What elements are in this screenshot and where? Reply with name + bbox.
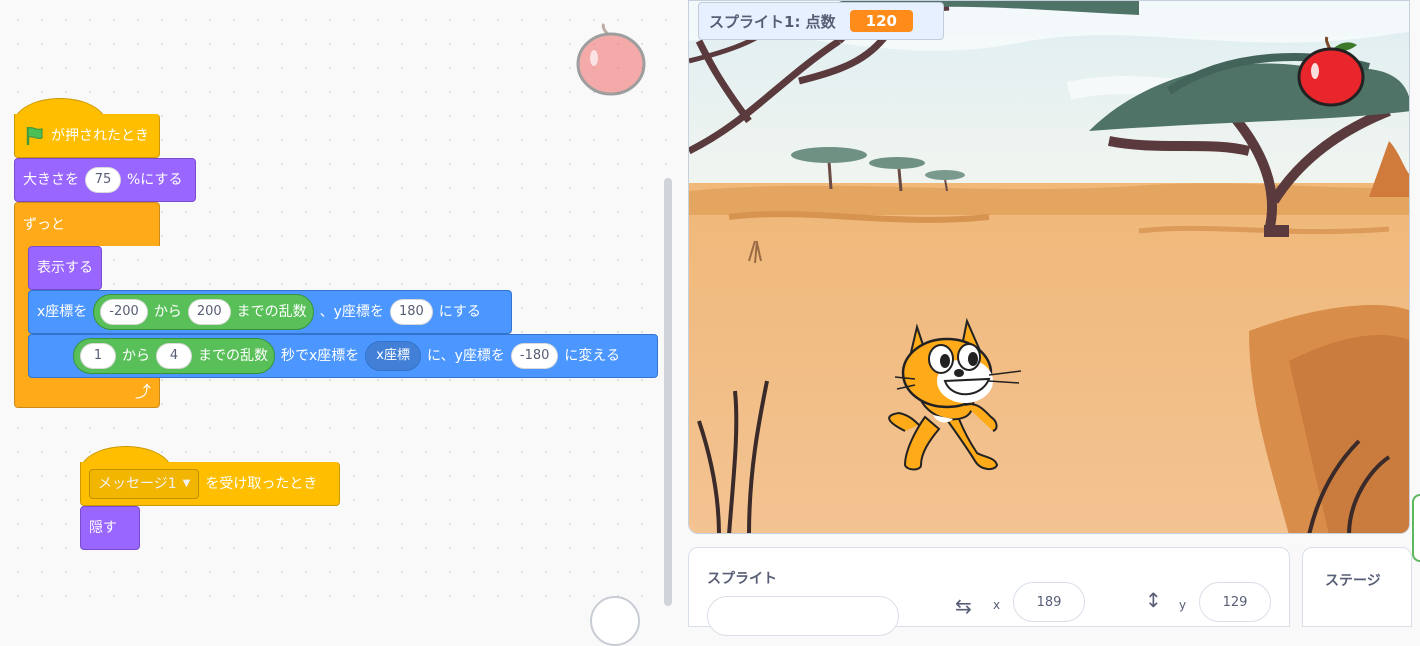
y-position-input[interactable]: 129	[1199, 582, 1271, 622]
receive-label: を受け取ったとき	[205, 475, 318, 492]
monitor-value: 120	[849, 10, 913, 32]
hide-label: 隠す	[89, 520, 117, 536]
sprite-panel-title: スプライト	[707, 571, 777, 587]
goto-y-input[interactable]: 180	[389, 299, 433, 325]
x-position-reporter[interactable]: x座標	[365, 341, 421, 371]
size-input[interactable]: 75	[85, 167, 121, 193]
stage-panel-title: ステージ	[1325, 573, 1381, 589]
forever-label: ずっと	[23, 216, 65, 233]
when-receive-block[interactable]: メッセージ1 ▼ を受け取ったとき	[80, 462, 340, 506]
green-flag-icon	[26, 126, 43, 145]
savanna-backdrop	[689, 1, 1409, 533]
forever-block[interactable]: ずっと	[14, 202, 160, 246]
side-tab-edge[interactable]	[1412, 494, 1420, 562]
workspace-scrollbar[interactable]	[664, 178, 672, 606]
random-from-input[interactable]: -200	[100, 299, 148, 325]
x-position-value: 189	[1036, 594, 1062, 610]
hat-label: が押されたとき	[51, 127, 149, 144]
sprite-name-input[interactable]	[707, 596, 899, 636]
when-flag-clicked-block[interactable]: が押されたとき	[14, 114, 160, 158]
loop-arrow-icon: ⤴	[134, 381, 151, 401]
message-dropdown-label: メッセージ1	[98, 475, 177, 492]
apple-sprite-thumbnail-icon	[576, 22, 646, 96]
glide-block[interactable]: 1 から 4 までの乱数 秒でx座標を x座標 に、y座標を -180 に変える	[28, 334, 658, 378]
y-position-value: 129	[1222, 594, 1248, 610]
x-position-input[interactable]: 189	[1013, 582, 1085, 622]
goto-suffix-label: にする	[438, 304, 481, 320]
glide-random-to-input[interactable]: 4	[156, 343, 192, 369]
chevron-down-icon: ▼	[182, 477, 191, 489]
glide-y-input[interactable]: -180	[510, 343, 559, 369]
random-to-input[interactable]: 200	[187, 299, 231, 325]
message-dropdown[interactable]: メッセージ1 ▼	[89, 468, 200, 499]
show-block[interactable]: 表示する	[28, 246, 102, 290]
glide-seconds-label: 秒でx座標を	[281, 348, 360, 364]
goto-x-label: x座標を	[37, 304, 88, 320]
glide-suffix-label: に変える	[564, 348, 620, 364]
glide-random-suffix-label: までの乱数	[198, 348, 268, 364]
goto-y-label: 、y座標を	[319, 304, 384, 320]
random-operator[interactable]: -200 から 200 までの乱数	[93, 294, 314, 330]
x-label: x	[993, 598, 1001, 612]
glide-random-mid-label: から	[122, 348, 150, 364]
forever-footer: ⤴	[14, 376, 160, 408]
code-workspace[interactable]: が押されたとき 大きさを 75 %にする ずっと ⤴ 表示する x座標を -20…	[0, 0, 672, 646]
stage[interactable]	[688, 0, 1410, 534]
set-size-label: 大きさを	[23, 172, 79, 188]
hide-block[interactable]: 隠す	[80, 506, 140, 550]
horizontal-arrows-icon: ⇆	[955, 594, 972, 618]
zoom-button[interactable]	[590, 596, 640, 646]
goto-xy-block[interactable]: x座標を -200 から 200 までの乱数 、y座標を 180 にする	[28, 290, 512, 334]
percent-label: %にする	[127, 172, 183, 188]
stage-selector-panel[interactable]: ステージ	[1302, 547, 1412, 627]
score-variable-monitor[interactable]: スプライト1: 点数 120	[698, 2, 944, 40]
monitor-label: スプライト1: 点数	[709, 12, 836, 31]
set-size-block[interactable]: 大きさを 75 %にする	[14, 158, 196, 202]
show-label: 表示する	[37, 260, 93, 276]
glide-random-from-input[interactable]: 1	[80, 343, 116, 369]
random-suffix-label: までの乱数	[236, 304, 307, 320]
random-operator-2[interactable]: 1 から 4 までの乱数	[73, 338, 275, 374]
sprite-info-panel: スプライト ⇆ x 189 ↕ y 129	[688, 547, 1290, 636]
glide-y-label: に、y座標を	[427, 348, 505, 364]
vertical-arrow-icon: ↕	[1145, 588, 1162, 612]
random-mid-label: から	[153, 304, 182, 320]
y-label: y	[1179, 598, 1187, 612]
